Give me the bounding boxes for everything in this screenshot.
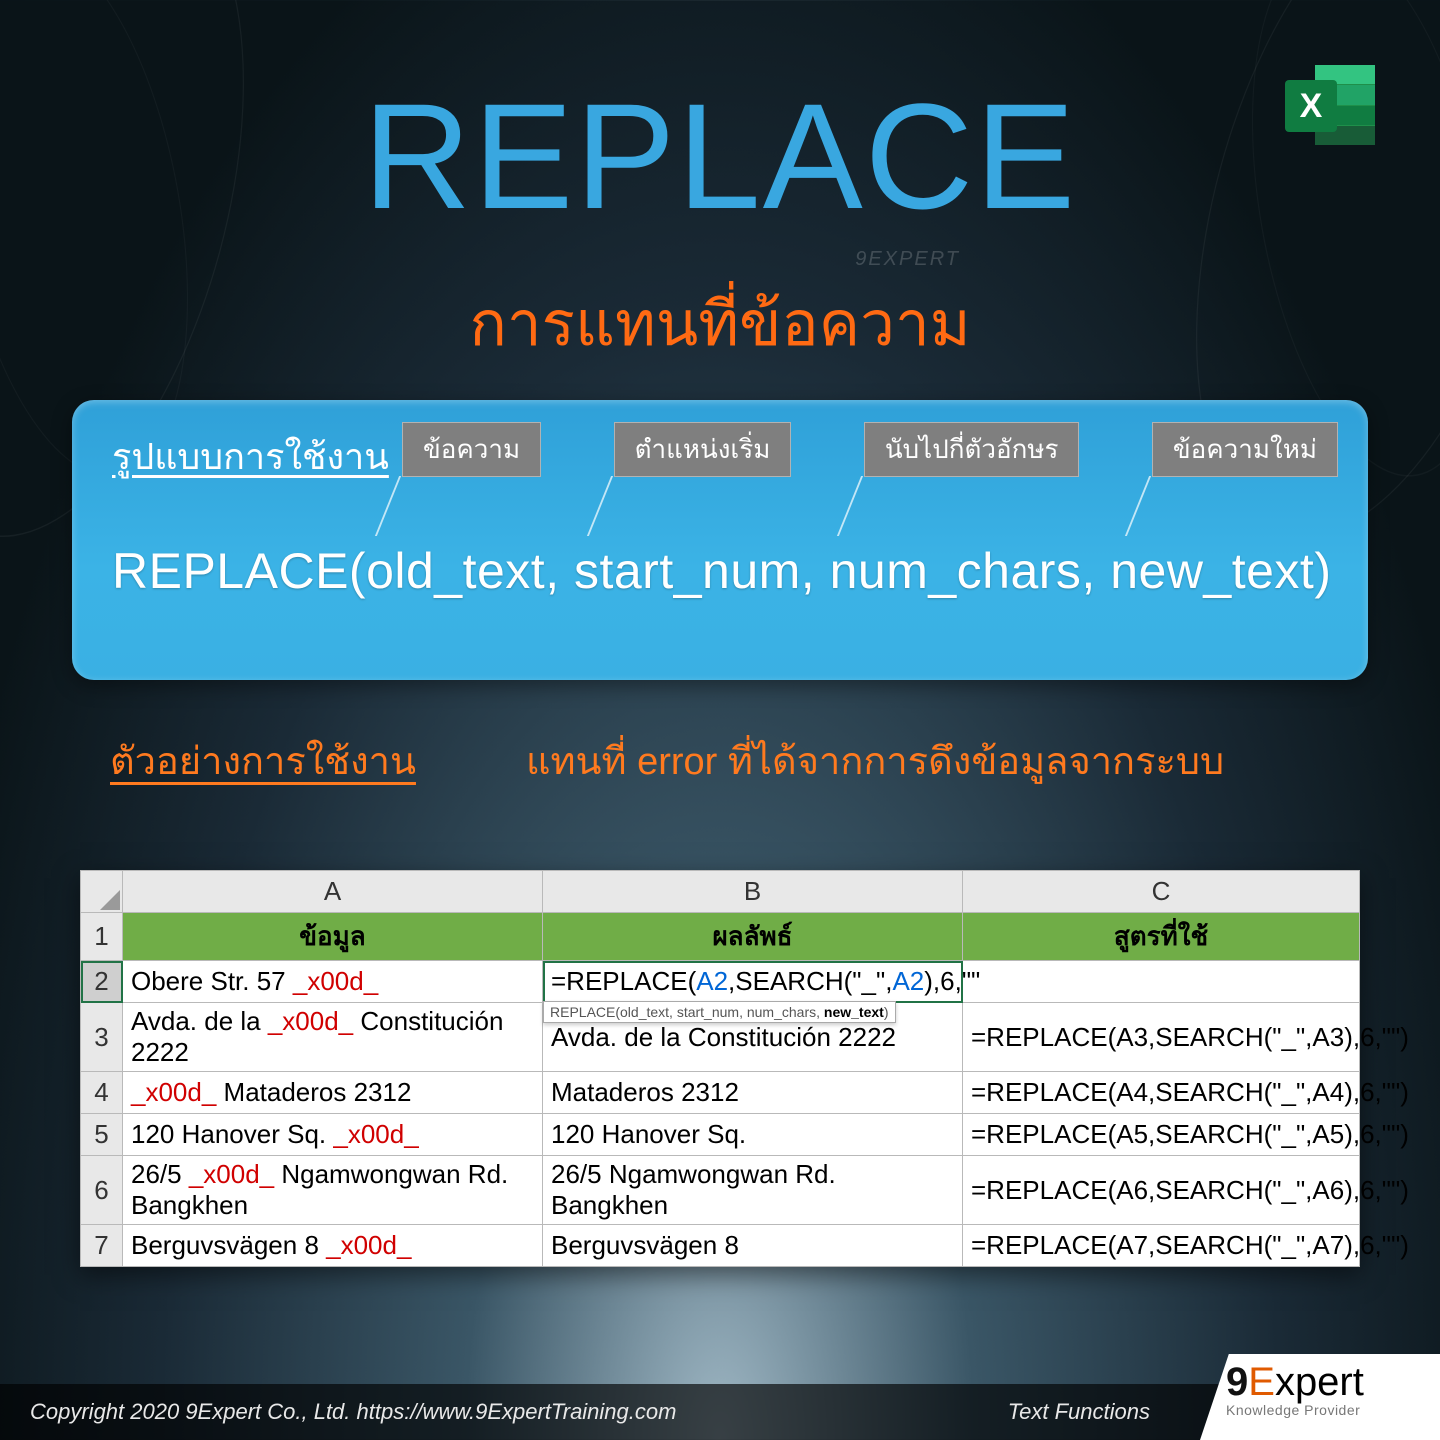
spreadsheet-table: A B C 1 ข้อมูล ผลลัพธ์ สูตรที่ใช้ 2 Ober… bbox=[80, 870, 1360, 1267]
brand-tagline: Knowledge Provider bbox=[1226, 1402, 1424, 1418]
cell-c4[interactable]: =REPLACE(A4,SEARCH("_",A4),6,"") bbox=[963, 1072, 1360, 1114]
argument-tags: ข้อความ ตำแหน่งเริ่ม นับไปกี่ตัวอักษร ข้… bbox=[402, 422, 1338, 477]
error-text: _x00d_ bbox=[333, 1119, 418, 1149]
row-header-1[interactable]: 1 bbox=[81, 913, 123, 961]
cell-c2[interactable] bbox=[963, 961, 1360, 1003]
example-label: ตัวอย่างการใช้งาน bbox=[110, 730, 416, 791]
formula-tooltip: REPLACE(old_text, start_num, num_chars, … bbox=[543, 1001, 896, 1023]
cell-a4[interactable]: _x00d_ Mataderos 2312 bbox=[123, 1072, 543, 1114]
cell-b6[interactable]: 26/5 Ngamwongwan Rd. Bangkhen bbox=[543, 1156, 963, 1225]
error-text: _x00d_ bbox=[293, 966, 378, 996]
row-header-7[interactable]: 7 bbox=[81, 1225, 123, 1267]
cell-a5[interactable]: 120 Hanover Sq. _x00d_ bbox=[123, 1114, 543, 1156]
cell-b7[interactable]: Berguvsvägen 8 bbox=[543, 1225, 963, 1267]
row-header-3[interactable]: 3 bbox=[81, 1003, 123, 1072]
cell-a2[interactable]: Obere Str. 57 _x00d_ bbox=[123, 961, 543, 1003]
syntax-text: REPLACE(old_text, start_num, num_chars, … bbox=[112, 542, 1331, 600]
category-text: Text Functions bbox=[1008, 1399, 1150, 1425]
error-text: _x00d_ bbox=[268, 1006, 353, 1036]
brand-logo: 9Expert Knowledge Provider bbox=[1200, 1354, 1440, 1440]
error-text: _x00d_ bbox=[131, 1077, 216, 1107]
cell-a7[interactable]: Berguvsvägen 8 _x00d_ bbox=[123, 1225, 543, 1267]
arg-tag-start-num: ตำแหน่งเริ่ม bbox=[614, 422, 792, 477]
cell-a3[interactable]: Avda. de la _x00d_ Constitución 2222 bbox=[123, 1003, 543, 1072]
arg-tag-num-chars: นับไปกี่ตัวอักษร bbox=[864, 422, 1080, 477]
header-formula[interactable]: สูตรที่ใช้ bbox=[963, 913, 1360, 961]
watermark: 9EXPERT bbox=[855, 248, 960, 271]
row-header-5[interactable]: 5 bbox=[81, 1114, 123, 1156]
header-result[interactable]: ผลลัพธ์ bbox=[543, 913, 963, 961]
error-text: _x00d_ bbox=[326, 1230, 411, 1260]
cell-ref: A2 bbox=[892, 966, 924, 996]
cell-c5[interactable]: =REPLACE(A5,SEARCH("_",A5),6,"") bbox=[963, 1114, 1360, 1156]
row-header-4[interactable]: 4 bbox=[81, 1072, 123, 1114]
page-title: REPLACE bbox=[0, 70, 1440, 243]
cell-a6[interactable]: 26/5 _x00d_ Ngamwongwan Rd. Bangkhen bbox=[123, 1156, 543, 1225]
arg-tag-old-text: ข้อความ bbox=[402, 422, 541, 477]
cell-c7[interactable]: =REPLACE(A7,SEARCH("_",A7),6,"") bbox=[963, 1225, 1360, 1267]
row-header-2[interactable]: 2 bbox=[81, 961, 123, 1003]
example-description: แทนที่ error ที่ได้จากการดึงข้อมูลจากระบ… bbox=[526, 730, 1224, 791]
cell-b4[interactable]: Mataderos 2312 bbox=[543, 1072, 963, 1114]
arg-tag-new-text: ข้อความใหม่ bbox=[1152, 422, 1338, 477]
row-header-6[interactable]: 6 bbox=[81, 1156, 123, 1225]
syntax-panel: รูปแบบการใช้งาน ข้อความ ตำแหน่งเริ่ม นับ… bbox=[72, 400, 1368, 680]
page-subtitle: การแทนที่ข้อความ bbox=[0, 275, 1440, 373]
cell-b5[interactable]: 120 Hanover Sq. bbox=[543, 1114, 963, 1156]
example-row: ตัวอย่างการใช้งาน แทนที่ error ที่ได้จาก… bbox=[110, 730, 1360, 791]
col-header-a[interactable]: A bbox=[123, 871, 543, 913]
copyright-text: Copyright 2020 9Expert Co., Ltd. https:/… bbox=[30, 1399, 676, 1425]
header-data[interactable]: ข้อมูล bbox=[123, 913, 543, 961]
col-header-b[interactable]: B bbox=[543, 871, 963, 913]
error-text: _x00d_ bbox=[189, 1159, 274, 1189]
cell-b2-editing[interactable]: =REPLACE(A2,SEARCH("_",A2),6,"" REPLACE(… bbox=[543, 961, 963, 1003]
cell-ref: A2 bbox=[696, 966, 728, 996]
select-all-corner[interactable] bbox=[81, 871, 123, 913]
cell-c6[interactable]: =REPLACE(A6,SEARCH("_",A6),6,"") bbox=[963, 1156, 1360, 1225]
col-header-c[interactable]: C bbox=[963, 871, 1360, 913]
cell-c3[interactable]: =REPLACE(A3,SEARCH("_",A3),6,"") bbox=[963, 1003, 1360, 1072]
spreadsheet: A B C 1 ข้อมูล ผลลัพธ์ สูตรที่ใช้ 2 Ober… bbox=[80, 870, 1360, 1267]
